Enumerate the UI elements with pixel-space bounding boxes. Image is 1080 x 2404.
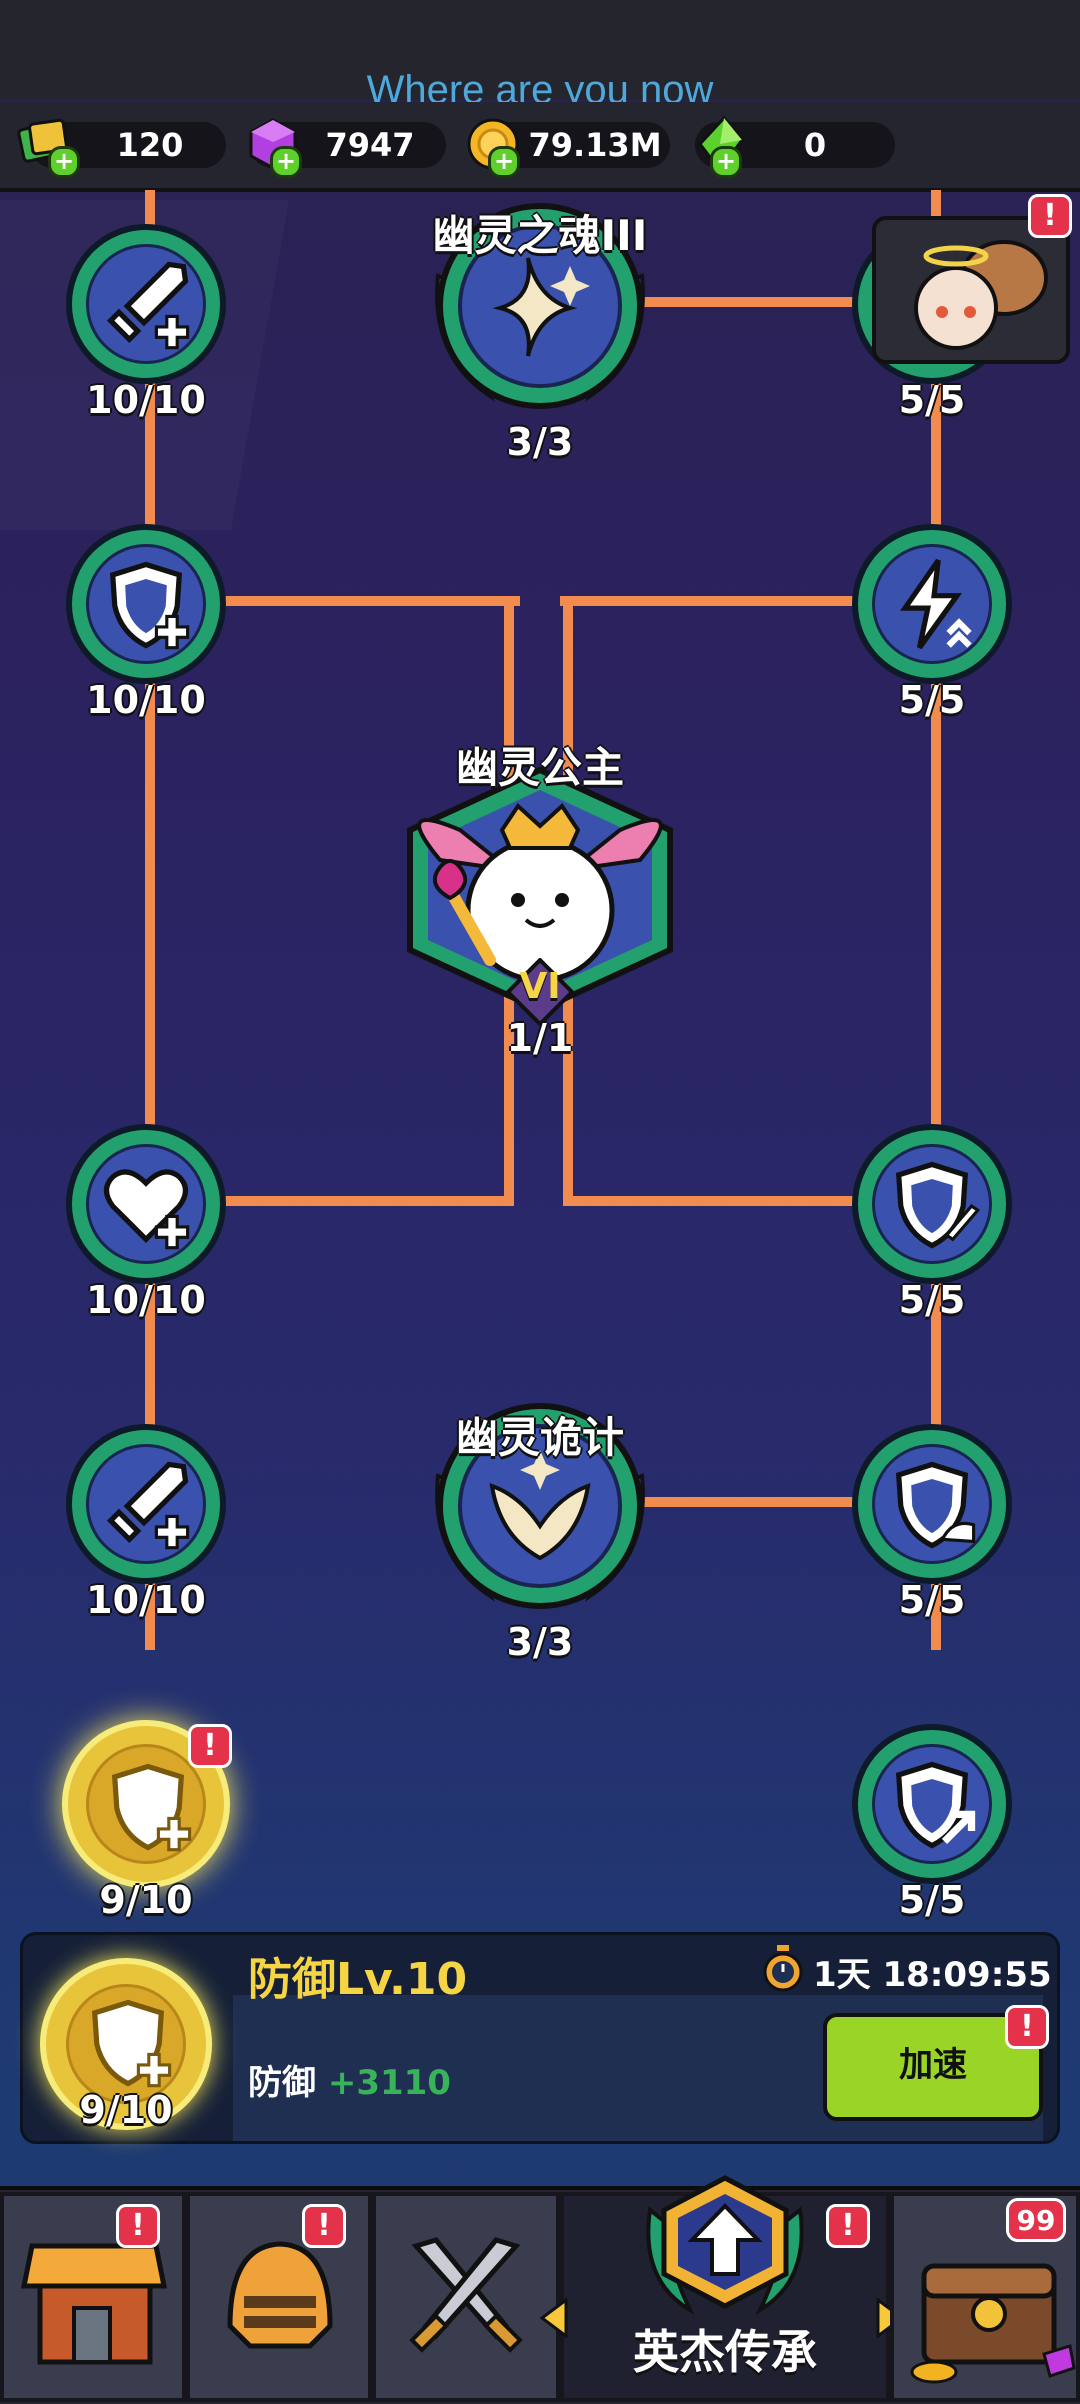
skill-node-attack-1[interactable] [66,224,226,384]
skill-node-health[interactable] [66,1124,226,1284]
countdown-timer: 1天 18:09:55 [813,1955,1052,1995]
stat-value: +3110 [327,2063,451,2103]
skill-node-attack-2[interactable] [66,1424,226,1584]
node-count: 1/1 [506,1016,574,1060]
add-crystal-icon[interactable]: + [710,146,742,178]
shield-hand-icon [895,1461,976,1549]
node-count: 3/3 [506,1620,574,1664]
alert-badge: ! [116,2204,160,2248]
portrait-icon [914,240,1048,350]
alert-badge: ! [1005,2005,1049,2049]
crossed-swords-icon [409,2237,523,2353]
stopwatch-icon [763,1945,803,1992]
skill-node-shield-hand[interactable] [852,1424,1012,1584]
sword-plus-icon [106,261,190,350]
alert-badge: ! [1028,194,1072,238]
sword-plus-icon [106,1461,190,1550]
gold-value: 79.13M [528,126,662,164]
nav-tab-battle[interactable] [372,2192,560,2402]
skill-title: 防御Lv.10 [248,1954,468,2005]
crystal-value: 0 [803,126,827,164]
shield-plus-icon [91,1999,172,2088]
nav-active-label: 英杰传承 [633,2325,817,2379]
alert-badge: ! [302,2204,346,2248]
node-title: 幽灵诡计 [455,1413,624,1462]
skill-node-speed[interactable] [852,524,1012,684]
upgrade-arrow-icon [646,2175,804,2316]
lightning-up-icon [899,558,972,650]
shield-plus-icon [109,561,190,650]
node-count: 5/5 [898,378,966,422]
add-gems-icon[interactable]: + [270,146,302,178]
alert-badge: ! [826,2204,870,2248]
node-count: 5/5 [898,678,966,722]
node-count: 3/3 [506,420,574,464]
node-count: 10/10 [86,378,206,422]
node-count: 9/10 [99,1878,193,1922]
resource-bar: + + + + 120 7947 79.13M 0 [0,102,1080,192]
node-rank: VI [519,966,561,1007]
shield-sword-icon [895,1161,981,1249]
ticket-value: 120 [116,126,184,164]
stat-line: 防御 +3110 [248,2055,451,2104]
add-gold-icon[interactable]: + [488,146,520,178]
shield-plus-icon [111,1763,192,1852]
chest-count-badge: 99 [1006,2198,1066,2242]
event-portrait-card[interactable] [872,216,1070,364]
stat-label: 防御 [248,2063,316,2103]
node-title: 幽灵之魂III [432,211,648,260]
skill-node-defense-1[interactable] [66,524,226,684]
node-count: 5/5 [898,1278,966,1322]
alert-badge: ! [188,1724,232,1768]
node-count: 10/10 [86,1278,206,1322]
skill-node-shield-arrow[interactable] [852,1724,1012,1884]
node-count: 5/5 [898,1578,966,1622]
shield-arrow-icon [895,1761,976,1849]
add-ticket-icon[interactable]: + [48,146,80,178]
heart-plus-icon [103,1169,190,1250]
node-count: 5/5 [898,1878,966,1922]
skill-progress: 9/10 [79,2088,173,2132]
node-count: 10/10 [86,1578,206,1622]
node-count: 10/10 [86,678,206,722]
skill-node-shield-sword[interactable] [852,1124,1012,1284]
node-title: 幽灵公主 [455,743,624,792]
gems-value: 7947 [325,126,415,164]
